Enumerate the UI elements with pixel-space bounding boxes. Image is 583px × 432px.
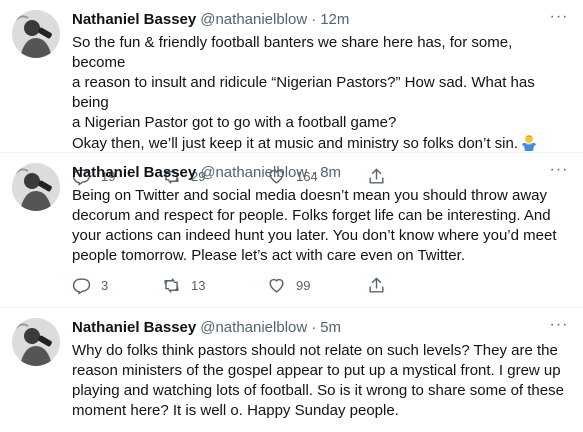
tweet-feed: Nathaniel Bassey @nathanielblow · 12m So… [0,0,583,432]
reply-icon [72,277,91,295]
author-name[interactable]: Nathaniel Bassey [72,318,196,338]
avatar-photo-icon [12,163,60,211]
tweet[interactable]: Nathaniel Bassey @nathanielblow · 5m Why… [0,308,583,432]
like-count: 99 [296,277,311,293]
tweet-actions: 3 13 99 [72,270,569,300]
tweet[interactable]: Nathaniel Bassey @nathanielblow · 8m Bei… [0,153,583,308]
share-button[interactable] [367,276,396,295]
separator-dot: · [311,11,317,28]
author-handle[interactable]: @nathanielblow [200,163,307,183]
author-handle[interactable]: @nathanielblow [200,318,307,338]
avatar[interactable] [12,163,60,211]
more-options-button[interactable]: ··· [549,8,569,30]
author-name[interactable]: Nathaniel Bassey [72,163,196,183]
separator-dot: · [311,164,317,181]
more-options-button[interactable]: ··· [549,161,569,183]
tweet-text: Why do folks think pastors should not re… [72,342,564,419]
avatar[interactable] [12,318,60,366]
reply-button[interactable]: 3 [72,276,162,295]
more-horizontal-icon: ··· [549,316,569,333]
more-options-button[interactable]: ··· [549,316,569,338]
tweet-timestamp[interactable]: 8m [320,163,341,183]
retweet-button[interactable]: 13 [162,276,267,295]
avatar-photo-icon [12,10,60,58]
author-handle[interactable]: @nathanielblow [200,10,307,30]
avatar-photo-icon [12,318,60,366]
tweet[interactable]: Nathaniel Bassey @nathanielblow · 12m So… [0,0,583,186]
more-horizontal-icon: ··· [549,161,569,178]
tweet-timestamp[interactable]: 5m [320,318,341,338]
separator-dot: · [311,319,317,336]
like-button[interactable]: 99 [267,276,367,295]
heart-icon [269,278,284,293]
share-icon [369,277,384,293]
tweet-timestamp[interactable]: 12m [320,10,349,30]
retweet-icon [164,277,179,293]
more-horizontal-icon: ··· [549,8,569,25]
retweet-count: 13 [191,277,206,293]
tweet-text-wrapper: So the fun & friendly football banters w… [72,33,569,157]
tweet-text: So the fun & friendly football banters w… [72,34,535,152]
reply-count: 3 [101,277,109,293]
author-name[interactable]: Nathaniel Bassey [72,10,196,30]
tweet-text: Being on Twitter and social media doesn’… [72,187,557,264]
avatar[interactable] [12,10,60,58]
